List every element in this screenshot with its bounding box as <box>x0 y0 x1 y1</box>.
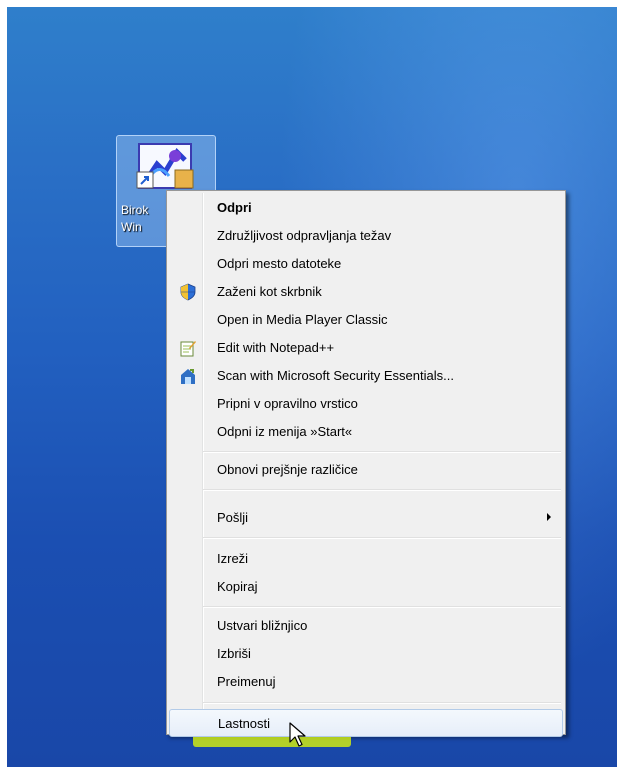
menu-item-run-as-admin[interactable]: Zaženi kot skrbnik <box>169 278 563 306</box>
menu-item-open-in-mpc[interactable]: Open in Media Player Classic <box>169 306 563 334</box>
menu-item-copy[interactable]: Kopiraj <box>169 573 563 601</box>
menu-item-label: Scan with Microsoft Security Essentials.… <box>217 368 454 383</box>
menu-item-label: Odpri <box>217 200 252 215</box>
menu-item-properties[interactable]: Lastnosti <box>169 709 563 737</box>
notepad-plus-plus-icon <box>180 341 196 357</box>
menu-item-open[interactable]: Odpri <box>169 194 563 222</box>
menu-item-rename[interactable]: Preimenuj <box>169 668 563 696</box>
menu-item-label: Obnovi prejšnje različice <box>217 462 358 477</box>
menu-item-scan-mse[interactable]: Scan with Microsoft Security Essentials.… <box>169 362 563 390</box>
mouse-pointer-icon <box>289 722 306 747</box>
menu-item-label: Ustvari bližnjico <box>217 618 308 633</box>
menu-item-unpin-start[interactable]: Odpni iz menija »Start« <box>169 418 563 446</box>
menu-item-label: Odpni iz menija »Start« <box>217 424 353 439</box>
menu-item-send-to[interactable]: Pošlji <box>169 504 563 532</box>
menu-item-restore-previous[interactable]: Obnovi prejšnje različice <box>169 456 563 484</box>
menu-item-label: Preimenuj <box>217 674 276 689</box>
menu-separator <box>203 451 561 453</box>
security-essentials-icon <box>181 369 195 384</box>
menu-item-label: Odpri mesto datoteke <box>217 256 342 271</box>
menu-separator <box>203 606 561 608</box>
menu-item-edit-notepadpp[interactable]: Edit with Notepad++ <box>169 334 563 362</box>
menu-item-open-file-location[interactable]: Odpri mesto datoteke <box>169 250 563 278</box>
submenu-arrow-icon <box>547 513 551 521</box>
menu-item-label: Pošlji <box>217 510 249 525</box>
context-menu: Odpri Združljivost odpravljanja težav Od… <box>166 190 566 747</box>
menu-item-cut[interactable]: Izreži <box>169 545 563 573</box>
menu-item-pin-taskbar[interactable]: Pripni v opravilno vrstico <box>169 390 563 418</box>
menu-separator <box>203 537 561 539</box>
menu-separator <box>203 489 561 491</box>
menu-item-label: Open in Media Player Classic <box>217 312 388 327</box>
menu-item-label: Edit with Notepad++ <box>217 340 335 355</box>
menu-item-label: Izbriši <box>217 646 251 661</box>
menu-item-label: Zaženi kot skrbnik <box>217 284 322 299</box>
desktop: Birok Win Odpri Združljivost odpravljanj… <box>7 7 617 767</box>
menu-item-delete[interactable]: Izbriši <box>169 640 563 668</box>
menu-item-label: Kopiraj <box>217 579 258 594</box>
application-shortcut-icon <box>136 143 194 189</box>
uac-shield-icon <box>180 283 196 301</box>
menu-item-create-shortcut[interactable]: Ustvari bližnjico <box>169 612 563 640</box>
menu-item-compatibility-troubleshoot[interactable]: Združljivost odpravljanja težav <box>169 222 563 250</box>
menu-item-label: Izreži <box>217 551 249 566</box>
menu-item-label: Združljivost odpravljanja težav <box>217 228 392 243</box>
menu-item-label: Lastnosti <box>218 716 271 731</box>
menu-separator <box>203 702 561 704</box>
menu-item-label: Pripni v opravilno vrstico <box>217 396 358 411</box>
